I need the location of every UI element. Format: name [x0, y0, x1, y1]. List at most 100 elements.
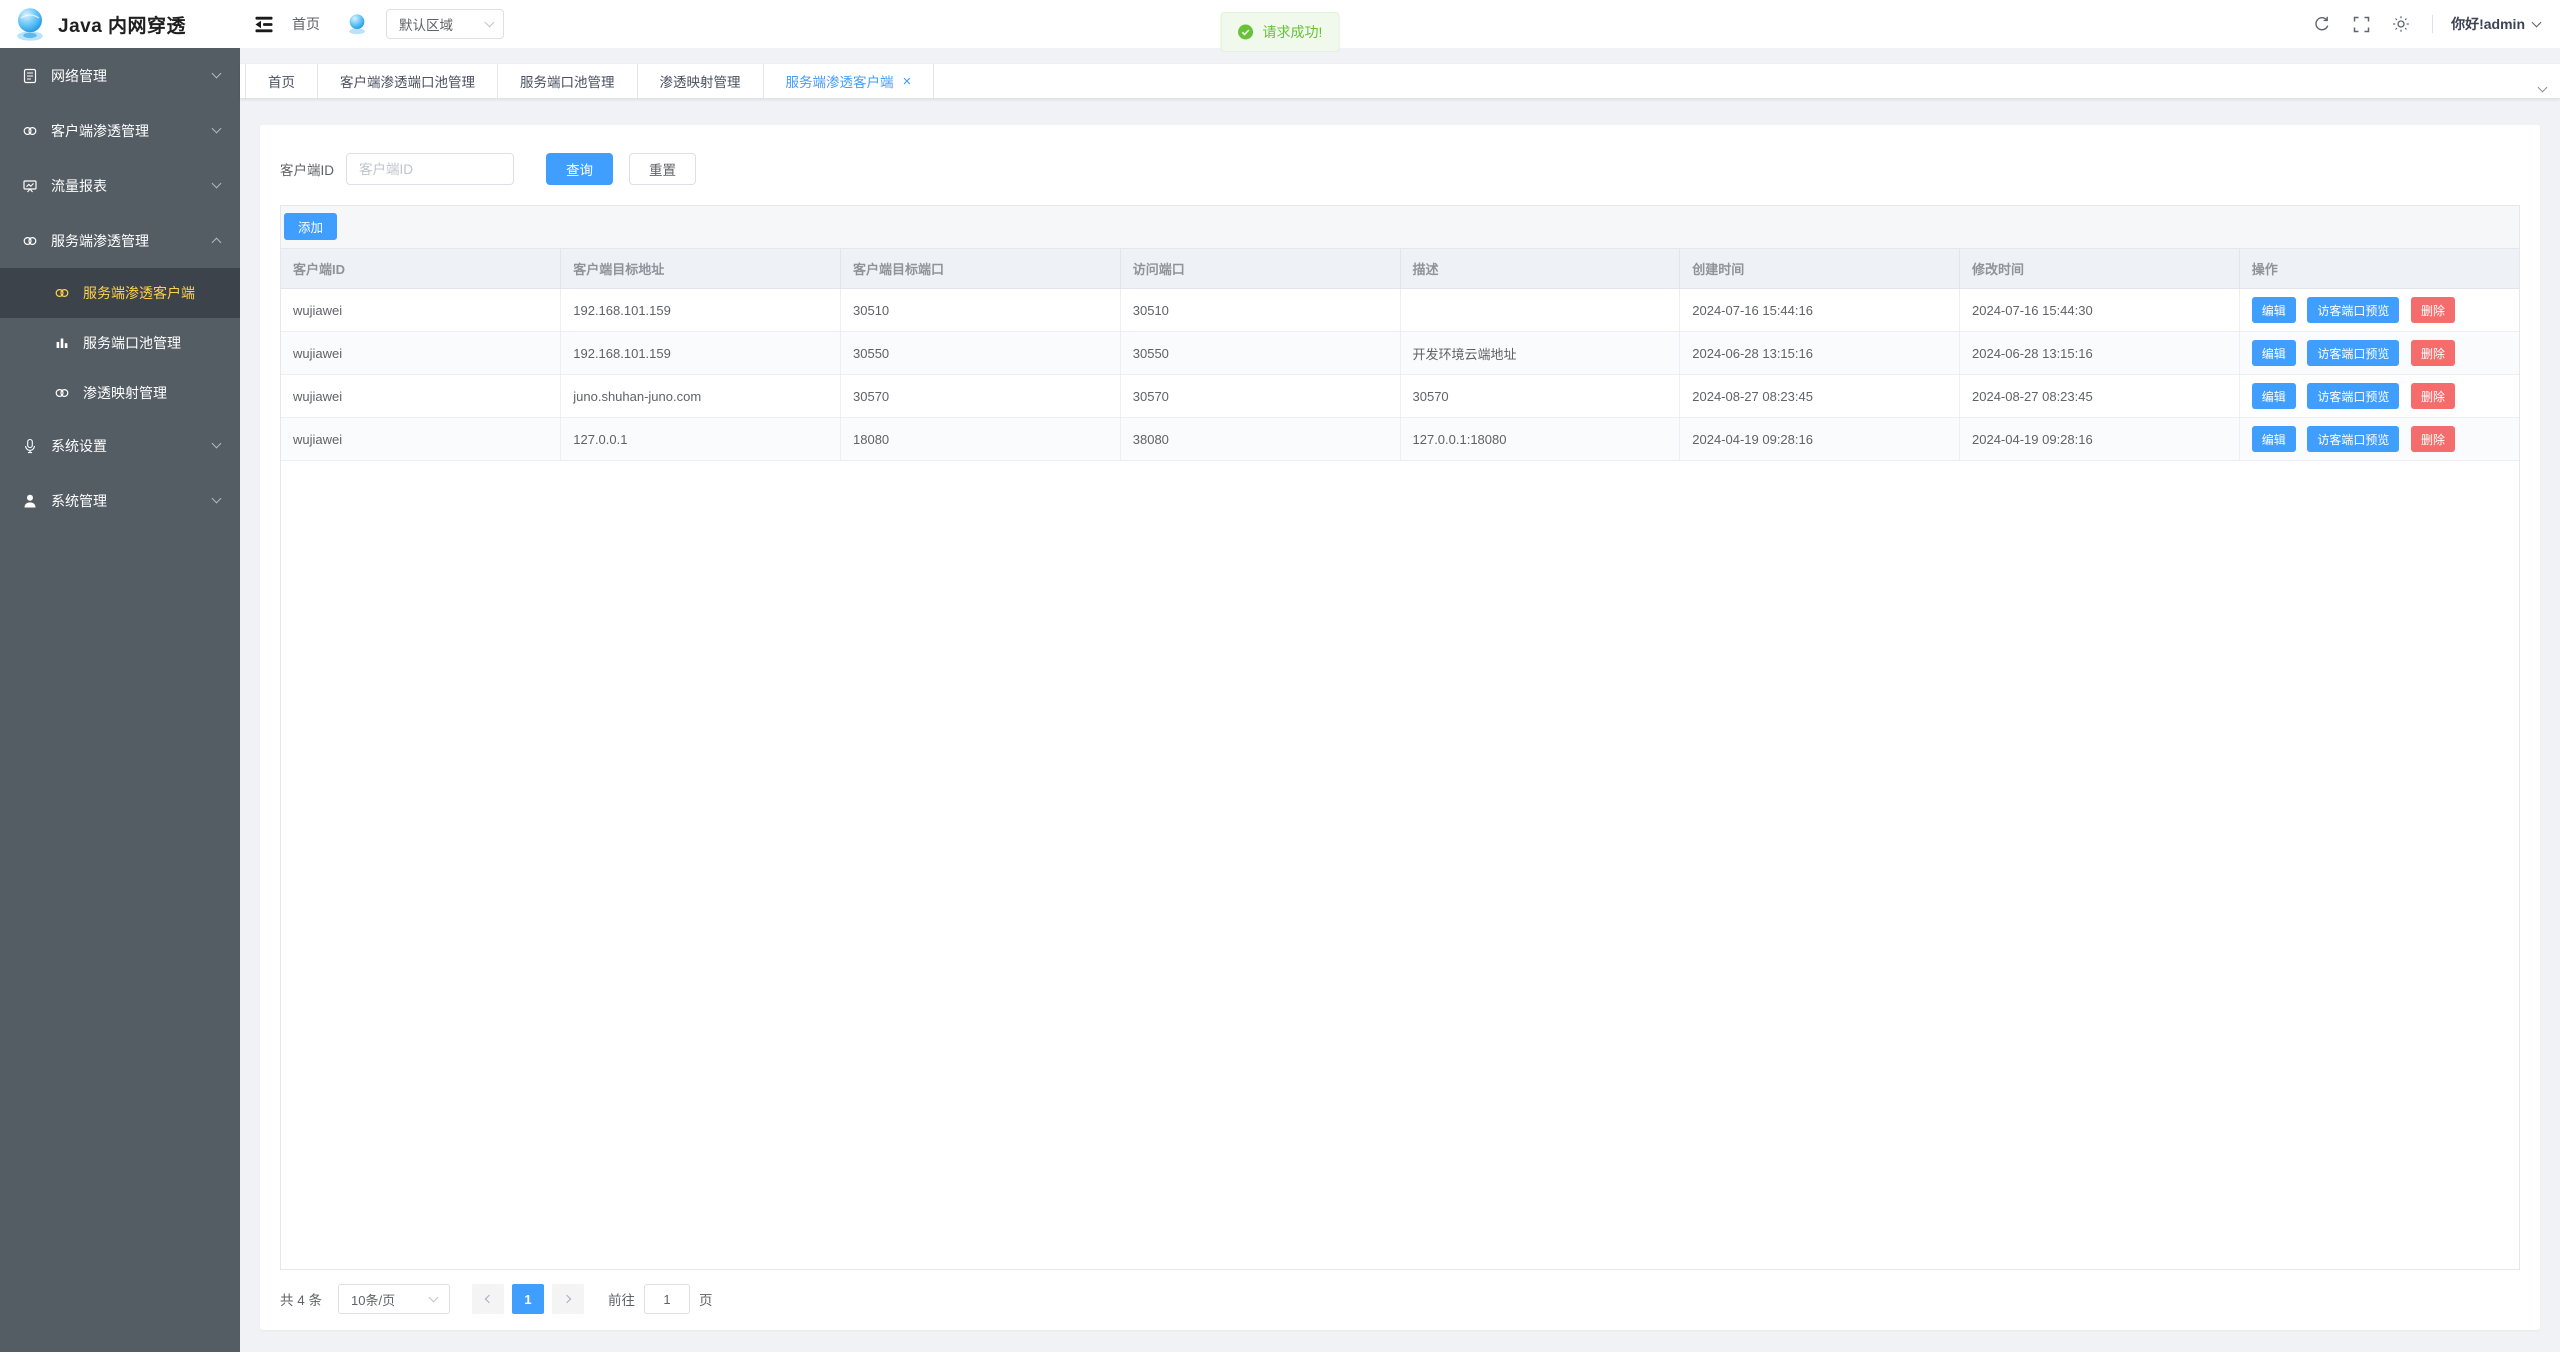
- preview-button[interactable]: 访客端口预览: [2307, 383, 2399, 409]
- goto-label: 前往: [608, 1289, 635, 1309]
- sidebar-subitem-server-pen-client[interactable]: 服务端渗透客户端: [0, 268, 240, 318]
- close-icon[interactable]: ×: [903, 74, 912, 89]
- cell-target-port: 30570: [841, 375, 1121, 418]
- tab-label: 客户端渗透端口池管理: [340, 71, 475, 91]
- pagination-total: 共 4 条: [280, 1289, 322, 1309]
- table-panel: 添加 客户端ID客户端目标地址客户端目标端口访问端口描述创建时间修改时间操作 w…: [280, 205, 2520, 1270]
- column-header: 客户端目标地址: [561, 249, 841, 289]
- edit-button[interactable]: 编辑: [2252, 340, 2296, 366]
- app-window: Java 内网穿透 网络管理 客户端渗透管理: [0, 0, 2560, 1352]
- client-id-label: 客户端ID: [280, 159, 334, 179]
- cell-target-port: 30510: [841, 289, 1121, 332]
- region-select[interactable]: 默认区域: [386, 9, 504, 39]
- cell-description: 127.0.0.1:18080: [1400, 418, 1680, 461]
- chevron-down-icon: [212, 439, 222, 449]
- sidebar-subitem-label: 服务端渗透客户端: [83, 283, 195, 303]
- sidebar-item-label: 网络管理: [51, 66, 200, 86]
- delete-button[interactable]: 删除: [2411, 426, 2455, 452]
- breadcrumb-home[interactable]: 首页: [292, 14, 320, 34]
- sidebar-item-label: 系统设置: [51, 436, 200, 456]
- cell-actions: 编辑 访客端口预览 删除: [2239, 418, 2519, 461]
- tabs-overflow-button[interactable]: [2539, 78, 2546, 96]
- tab-server-pen-client[interactable]: 服务端渗透客户端 ×: [764, 64, 935, 98]
- cell-modified-time: 2024-04-19 09:28:16: [1960, 418, 2240, 461]
- sidebar-item-client-pen-mgmt[interactable]: 客户端渗透管理: [0, 103, 240, 158]
- chevron-down-icon: [212, 69, 222, 79]
- client-id-input[interactable]: [346, 153, 514, 185]
- cell-actions: 编辑 访客端口预览 删除: [2239, 289, 2519, 332]
- sidebar-item-network-mgmt[interactable]: 网络管理: [0, 48, 240, 103]
- preview-button[interactable]: 访客端口预览: [2307, 340, 2399, 366]
- current-page-button[interactable]: 1: [512, 1284, 544, 1314]
- reset-button[interactable]: 重置: [629, 153, 696, 185]
- table-empty-space: [281, 461, 2519, 1269]
- sidebar-collapse-icon[interactable]: [254, 15, 274, 34]
- tab-home[interactable]: 首页: [245, 64, 318, 98]
- delete-button[interactable]: 删除: [2411, 340, 2455, 366]
- page-size-value: 10条/页: [351, 1290, 395, 1309]
- table-row: wujiawei 192.168.101.159 30550 30550 开发环…: [281, 332, 2519, 375]
- chevron-down-icon: [212, 124, 222, 134]
- cell-client-id: wujiawei: [281, 418, 561, 461]
- success-check-icon: [1238, 24, 1254, 40]
- sidebar-item-system-mgmt[interactable]: 系统管理: [0, 473, 240, 528]
- tab-label: 服务端渗透客户端: [786, 71, 894, 91]
- preview-button[interactable]: 访客端口预览: [2307, 426, 2399, 452]
- page-size-select[interactable]: 10条/页: [338, 1284, 450, 1314]
- cell-created-time: 2024-08-27 08:23:45: [1680, 375, 1960, 418]
- table-row: wujiawei juno.shuhan-juno.com 30570 3057…: [281, 375, 2519, 418]
- app-title: Java 内网穿透: [58, 11, 186, 38]
- sidebar-subitem-pen-mapping-mgmt[interactable]: 渗透映射管理: [0, 368, 240, 418]
- prev-page-button[interactable]: [472, 1284, 504, 1314]
- theme-sun-icon[interactable]: [2392, 15, 2410, 33]
- edit-button[interactable]: 编辑: [2252, 426, 2296, 452]
- cell-modified-time: 2024-06-28 13:15:16: [1960, 332, 2240, 375]
- app-logo-icon: [12, 6, 48, 42]
- column-header: 创建时间: [1680, 249, 1960, 289]
- cell-target-address: 192.168.101.159: [561, 332, 841, 375]
- goto-page-input[interactable]: [644, 1284, 690, 1314]
- tab-label: 服务端口池管理: [520, 71, 615, 91]
- cell-access-port: 30550: [1120, 332, 1400, 375]
- cell-created-time: 2024-07-16 15:44:16: [1680, 289, 1960, 332]
- edit-button[interactable]: 编辑: [2252, 383, 2296, 409]
- column-header: 客户端目标端口: [841, 249, 1121, 289]
- user-menu[interactable]: 你好!admin: [2451, 14, 2540, 34]
- cell-description: 开发环境云端地址: [1400, 332, 1680, 375]
- chevron-down-icon: [2532, 17, 2542, 27]
- refresh-icon[interactable]: [2313, 15, 2331, 33]
- sidebar-item-system-settings[interactable]: 系统设置: [0, 418, 240, 473]
- fullscreen-icon[interactable]: [2353, 16, 2370, 33]
- chevron-down-icon: [212, 179, 222, 189]
- preview-button[interactable]: 访客端口预览: [2307, 297, 2399, 323]
- tab-pen-mapping[interactable]: 渗透映射管理: [638, 64, 764, 98]
- query-button[interactable]: 查询: [546, 153, 613, 185]
- data-table: 客户端ID客户端目标地址客户端目标端口访问端口描述创建时间修改时间操作 wuji…: [281, 249, 2519, 461]
- link-icon: [54, 285, 70, 301]
- sidebar-subitem-server-port-pool[interactable]: 服务端口池管理: [0, 318, 240, 368]
- cell-description: [1400, 289, 1680, 332]
- region-select-value: 默认区域: [399, 14, 453, 34]
- sidebar-subitem-label: 渗透映射管理: [83, 383, 167, 403]
- column-header: 操作: [2239, 249, 2519, 289]
- chevron-left-icon: [485, 1295, 493, 1303]
- sidebar-item-label: 系统管理: [51, 491, 200, 511]
- chevron-down-icon: [485, 17, 495, 27]
- delete-button[interactable]: 删除: [2411, 383, 2455, 409]
- add-button[interactable]: 添加: [284, 213, 337, 240]
- table-toolbar: 添加: [281, 206, 2519, 249]
- table-row: wujiawei 127.0.0.1 18080 38080 127.0.0.1…: [281, 418, 2519, 461]
- table-row: wujiawei 192.168.101.159 30510 30510 202…: [281, 289, 2519, 332]
- success-toast: 请求成功!: [1221, 12, 1340, 52]
- sidebar: Java 内网穿透 网络管理 客户端渗透管理: [0, 0, 240, 1352]
- navbar-divider: [2432, 15, 2433, 33]
- tab-server-port-pool[interactable]: 服务端口池管理: [498, 64, 638, 98]
- delete-button[interactable]: 删除: [2411, 297, 2455, 323]
- edit-button[interactable]: 编辑: [2252, 297, 2296, 323]
- sidebar-item-traffic-report[interactable]: 流量报表: [0, 158, 240, 213]
- tab-client-pen-port-pool[interactable]: 客户端渗透端口池管理: [318, 64, 498, 98]
- sidebar-item-server-pen-mgmt[interactable]: 服务端渗透管理: [0, 213, 240, 268]
- next-page-button[interactable]: [552, 1284, 584, 1314]
- column-header: 访问端口: [1120, 249, 1400, 289]
- toast-message: 请求成功!: [1263, 22, 1323, 42]
